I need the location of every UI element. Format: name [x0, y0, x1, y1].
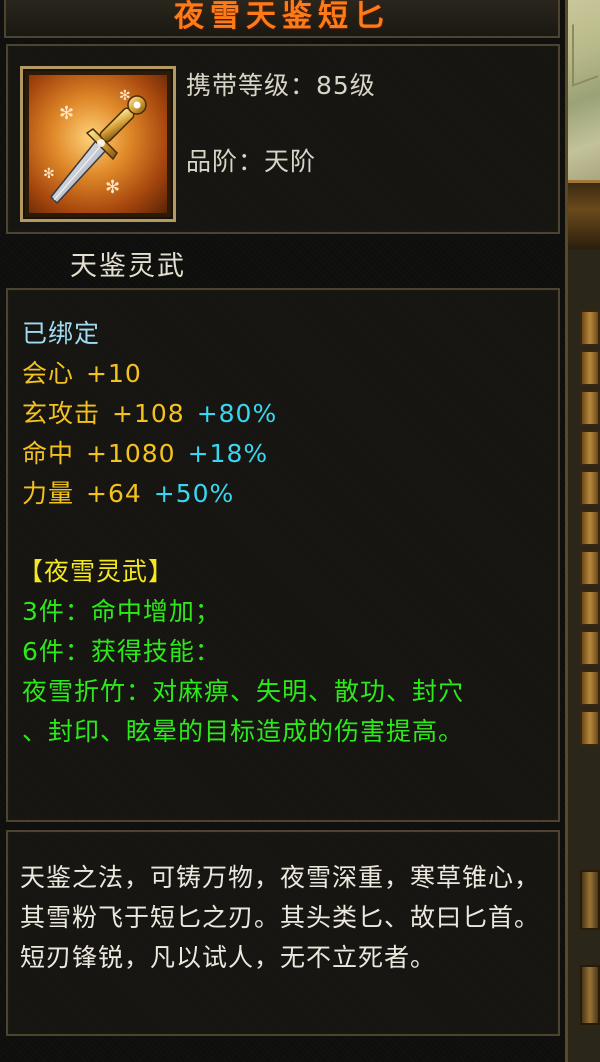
side-button — [580, 310, 600, 346]
dagger-graphic — [49, 95, 147, 205]
stat-label: 会心 — [22, 359, 75, 388]
side-button — [580, 590, 600, 626]
level-requirement: 携带等级：85级 — [186, 71, 376, 100]
item-title-bar: 夜雪天鉴短匕 — [4, 0, 560, 38]
item-name: 夜雪天鉴短匕 — [174, 0, 390, 34]
side-button — [580, 965, 600, 1025]
bound-status: 已绑定 — [22, 319, 101, 348]
stat-mystic-attack: 玄攻击 +108 +80% — [22, 394, 277, 430]
item-header: ✻ ✻ ✻ ✻ 携带等级：85级 品阶：天阶 — [6, 44, 560, 234]
item-grade: 品阶：天阶 — [186, 147, 317, 176]
stat-hit: 命中 +1080 +18% — [22, 434, 268, 470]
background-side-buttons — [580, 310, 600, 750]
side-button — [580, 670, 600, 706]
stat-percent: +50% — [153, 479, 235, 508]
side-button — [580, 350, 600, 386]
item-icon-slot[interactable]: ✻ ✻ ✻ ✻ — [20, 66, 176, 222]
set-bonus-3: 3件：命中增加； — [22, 597, 221, 626]
side-button — [580, 550, 600, 586]
side-button — [580, 630, 600, 666]
side-button — [580, 710, 600, 746]
item-description-panel: 天鉴之法，可铸万物，夜雪深重，寒草锥心，其雪粉飞于短匕之刃。其头类匕、故曰匕首。… — [6, 830, 560, 1036]
stat-strength: 力量 +64 +50% — [22, 474, 234, 510]
item-description: 天鉴之法，可铸万物，夜雪深重，寒草锥心，其雪粉飞于短匕之刃。其头类匕、故曰匕首。… — [20, 863, 541, 972]
dagger-icon: ✻ ✻ ✻ ✻ — [29, 75, 167, 213]
side-button — [580, 390, 600, 426]
stat-flat: +1080 — [86, 439, 176, 468]
stat-crit: 会心 +10 — [22, 354, 142, 390]
item-category: 天鉴灵武 — [70, 251, 186, 282]
item-tooltip: 夜雪天鉴短匕 ✻ ✻ ✻ ✻ 携带等级：85级 品阶：天阶 天鉴灵武 已绑定 会… — [0, 0, 568, 1062]
stat-percent: +18% — [187, 439, 269, 468]
side-button — [580, 470, 600, 506]
side-button — [580, 870, 600, 930]
item-category-row: 天鉴灵武 — [6, 240, 560, 282]
stat-label: 玄攻击 — [22, 399, 101, 428]
set-name: 【夜雪灵武】 — [18, 557, 175, 586]
stat-label: 力量 — [22, 479, 75, 508]
set-skill-line-2: 、封印、眩晕的目标造成的伤害提高。 — [22, 717, 465, 746]
set-bonus-6: 6件：获得技能： — [22, 637, 221, 666]
background-frame — [568, 180, 600, 250]
stat-label: 命中 — [22, 439, 75, 468]
stat-flat: +64 — [86, 479, 142, 508]
stat-flat: +10 — [86, 359, 142, 388]
item-stats-panel: 已绑定 会心 +10 玄攻击 +108 +80% 命中 +1080 +18% 力量 +64 +… — [6, 288, 560, 822]
stat-flat: +108 — [112, 399, 185, 428]
side-button — [580, 510, 600, 546]
minimap-fragment — [568, 0, 600, 180]
side-button — [580, 430, 600, 466]
stat-percent: +80% — [196, 399, 278, 428]
set-skill-line-1: 夜雪折竹：对麻痹、失明、散功、封穴 — [22, 677, 465, 706]
